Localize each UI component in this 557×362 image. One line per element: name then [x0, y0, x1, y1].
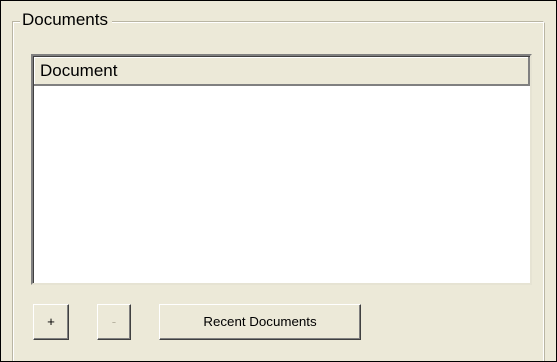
- add-document-button[interactable]: +: [33, 304, 69, 340]
- document-column-header[interactable]: Document: [34, 57, 530, 86]
- documents-list[interactable]: Document: [31, 54, 532, 285]
- document-column-label: Document: [40, 61, 118, 80]
- recent-documents-button[interactable]: Recent Documents: [159, 304, 361, 340]
- documents-list-body: Document: [33, 56, 530, 283]
- remove-document-button[interactable]: -: [97, 304, 131, 340]
- documents-group-title: Documents: [20, 10, 112, 30]
